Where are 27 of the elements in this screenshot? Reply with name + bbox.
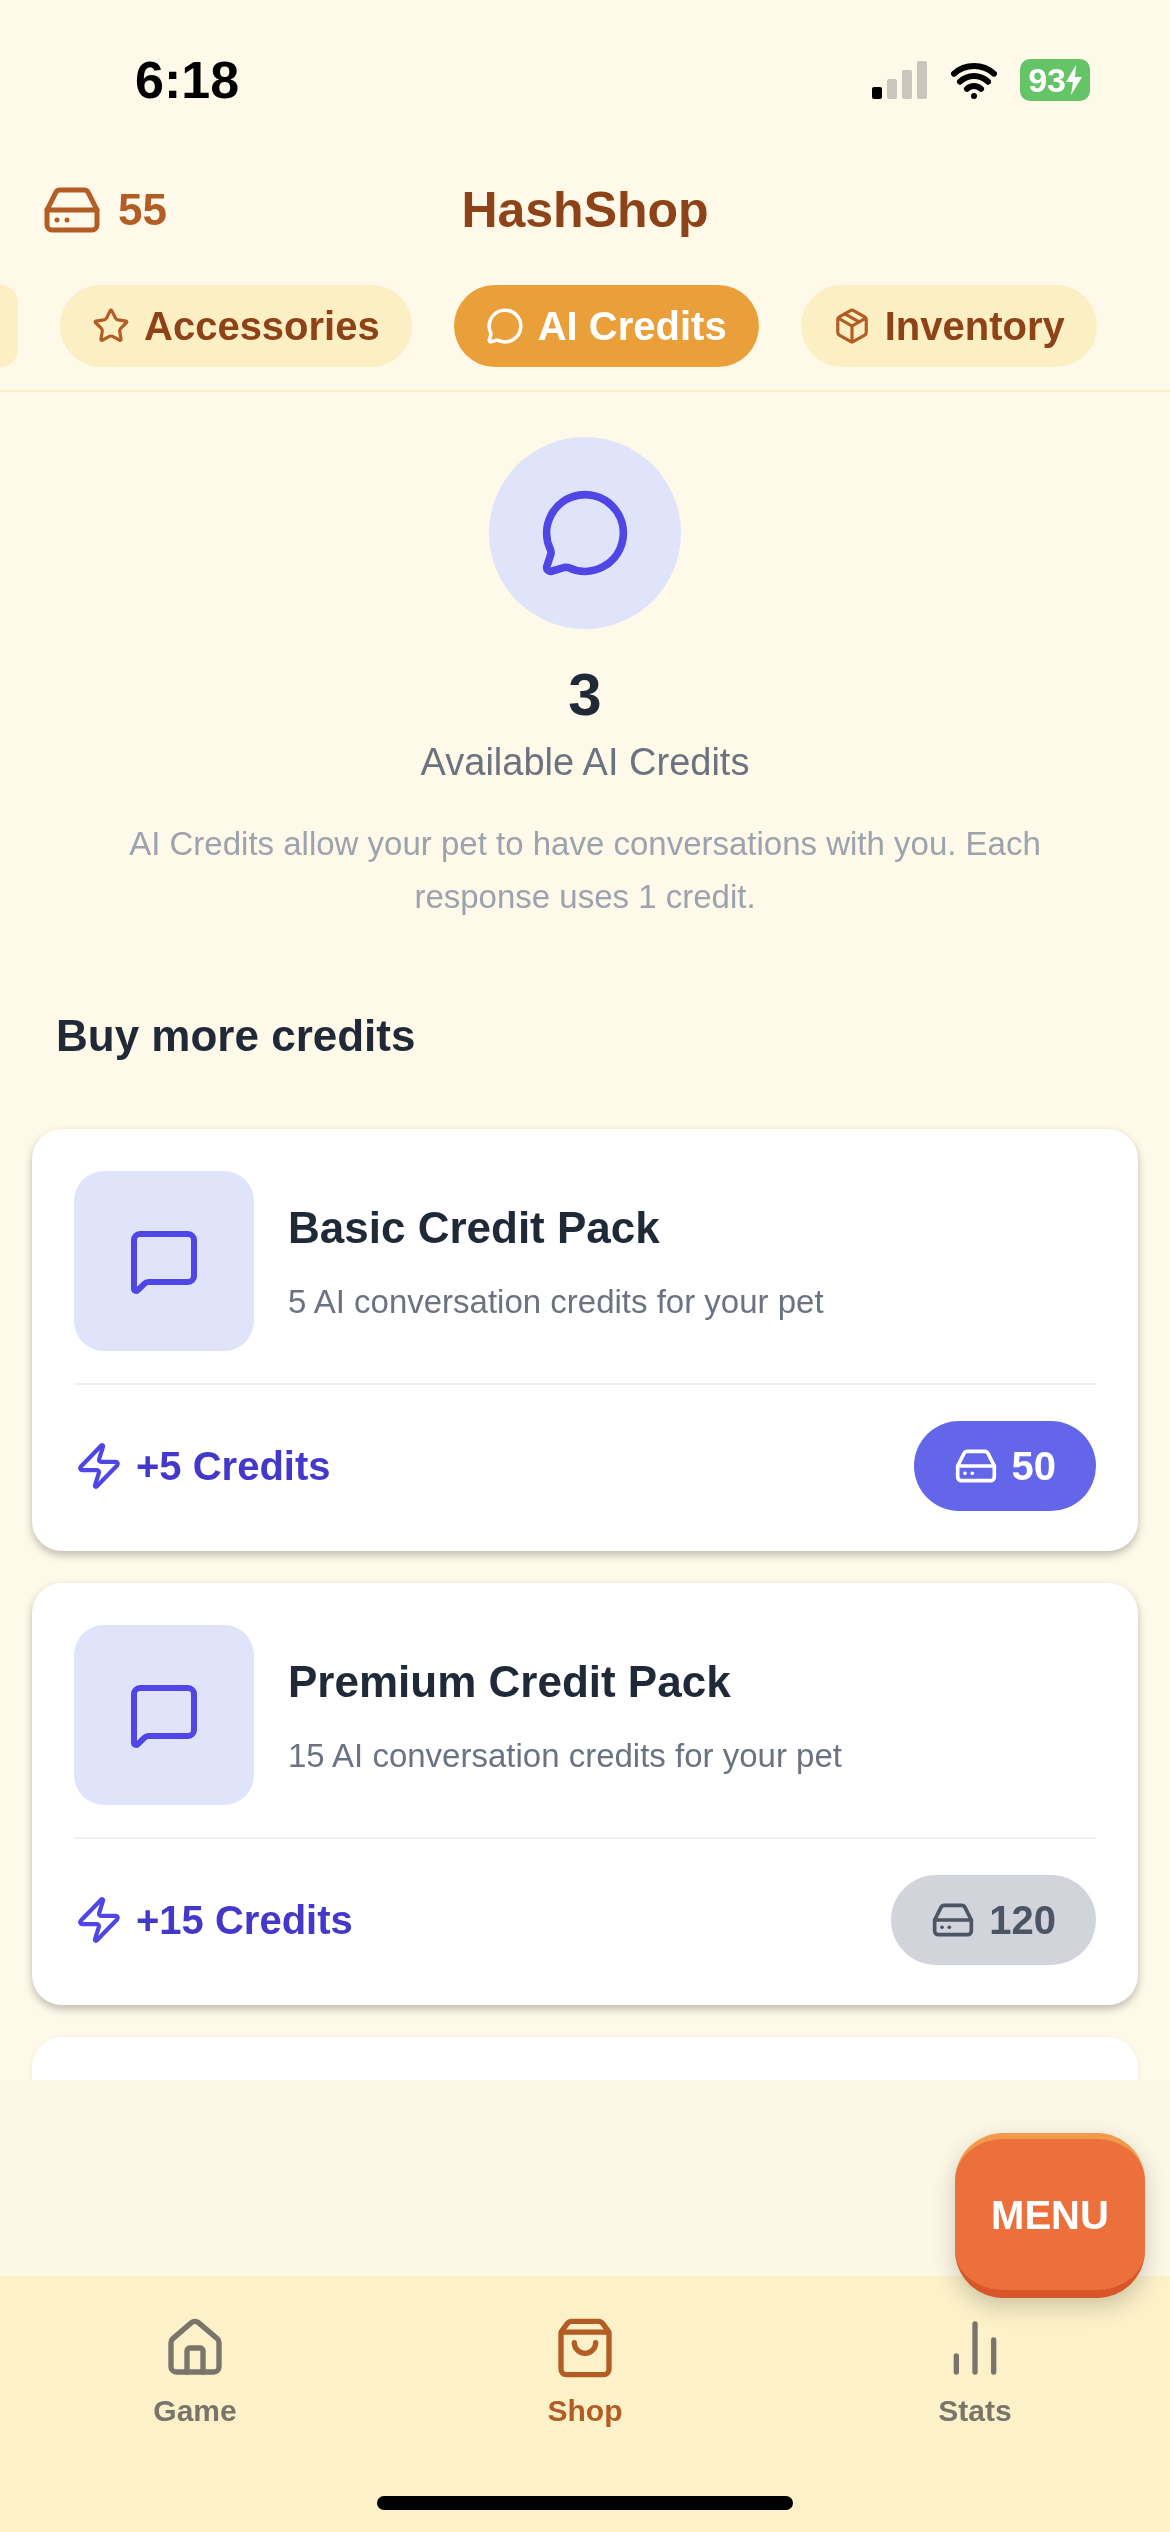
menu-button[interactable]: MENU	[955, 2133, 1145, 2298]
coin-balance: 55	[118, 184, 167, 236]
credit-label: Available AI Credits	[420, 740, 750, 785]
status-time: 6:18	[135, 50, 240, 111]
category-tab[interactable]: AI Credits	[453, 285, 759, 367]
nav-tab[interactable]: Stats	[855, 2316, 1095, 2433]
price-button[interactable]: 50	[913, 1421, 1096, 1511]
category-tab[interactable]: Accessories	[60, 285, 412, 367]
pack-description: 5 AI conversation credits for your pet	[288, 1282, 824, 1323]
app-title: HashShop	[461, 180, 709, 240]
category-tab[interactable]: Inventory	[800, 285, 1097, 367]
battery-indicator: 93	[1020, 59, 1090, 101]
pack-title: Premium Credit Pack	[288, 1656, 732, 1709]
star-icon	[92, 307, 130, 345]
nav-tab[interactable]: Shop	[465, 2316, 705, 2433]
nav-tab[interactable]: Game	[75, 2316, 315, 2433]
signal-icon	[872, 61, 929, 99]
charging-bolt-icon	[1066, 65, 1082, 95]
pack-description: 15 AI conversation credits for your pet	[288, 1736, 842, 1777]
pack-credits: +15 Credits	[136, 1897, 353, 1944]
section-heading: Buy more credits	[56, 1010, 417, 1062]
credits-description: AI Credits allow your pet to have conversations with you. Each response uses 1 credit.	[128, 824, 1042, 917]
chat-bubble-icon	[485, 307, 524, 345]
tab[interactable]	[0, 285, 18, 367]
credit-count: 3	[568, 660, 602, 730]
pack-credits: +5 Credits	[136, 1443, 331, 1490]
pack-title: Basic Credit Pack	[288, 1202, 661, 1255]
